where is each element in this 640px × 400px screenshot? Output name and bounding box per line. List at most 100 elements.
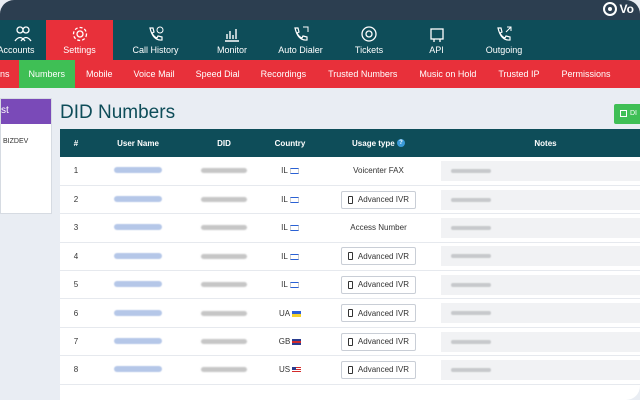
- table-row[interactable]: 5 IL Advanced IVR: [60, 271, 640, 299]
- col-header-country[interactable]: Country: [264, 129, 316, 157]
- usage-button[interactable]: Advanced IVR: [340, 190, 417, 209]
- notes-text: [451, 225, 491, 230]
- did-cell: [184, 327, 264, 355]
- did-value: [201, 367, 247, 373]
- table-row[interactable]: 7 GB Advanced IVR: [60, 327, 640, 356]
- subnav-item-music-on-hold[interactable]: Music on Hold: [407, 60, 486, 88]
- row-number: 1: [73, 166, 79, 176]
- notes-cell: [441, 299, 640, 327]
- usage-button[interactable]: Advanced IVR: [340, 247, 417, 266]
- side-panel-item[interactable]: BIZDEV: [1, 124, 51, 145]
- user-name-link[interactable]: [114, 167, 162, 174]
- usage-label: Advanced IVR: [357, 308, 410, 318]
- nav-item-outgoing[interactable]: Outgoing: [470, 20, 538, 60]
- notes-text: [451, 339, 491, 344]
- country-cell: IL: [264, 157, 316, 185]
- table-row[interactable]: 6 UA Advanced IVR: [60, 299, 640, 328]
- notes-field[interactable]: [441, 189, 640, 210]
- nav-label-call-history: Call History: [132, 45, 179, 55]
- subnav-item-recordings[interactable]: Recordings: [251, 60, 317, 88]
- subnav-item-voice-mail[interactable]: Voice Mail: [122, 60, 185, 88]
- notes-field[interactable]: [441, 303, 640, 324]
- nav-item-accounts[interactable]: Accounts: [0, 20, 46, 60]
- nav-item-call-history[interactable]: Call History: [113, 20, 198, 60]
- lifebuoy-icon: [361, 26, 377, 42]
- notes-text: [451, 254, 491, 259]
- page-title: DID Numbers: [60, 102, 176, 123]
- subnav-item-mobile[interactable]: Mobile: [75, 60, 122, 88]
- user-name-cell: [92, 356, 184, 384]
- flag-icon: [292, 367, 302, 374]
- notes-field[interactable]: [441, 331, 640, 352]
- user-name-cell: [92, 214, 184, 242]
- notes-cell: [441, 327, 640, 355]
- table-row[interactable]: 2 IL Advanced IVR: [60, 185, 640, 214]
- table-row[interactable]: 4 IL Advanced IVR: [60, 242, 640, 271]
- notes-cell: [441, 242, 640, 270]
- usage-button[interactable]: Advanced IVR: [340, 275, 417, 294]
- user-name-link[interactable]: [114, 252, 162, 259]
- usage-text: Voicenter FAX: [353, 166, 404, 176]
- notes-field[interactable]: [441, 274, 640, 295]
- col-header-user[interactable]: User Name: [92, 129, 184, 157]
- phone-icon: [347, 365, 353, 374]
- col-header-notes[interactable]: Notes: [441, 129, 640, 157]
- notes-field[interactable]: [441, 217, 640, 238]
- did-value: [201, 282, 247, 288]
- top-bar: Vo: [0, 0, 640, 20]
- add-did-button[interactable]: DI: [614, 104, 640, 124]
- row-number: 7: [73, 337, 79, 347]
- subnav-item-numbers[interactable]: Numbers: [18, 60, 76, 88]
- row-number: 5: [73, 280, 79, 290]
- notes-field[interactable]: [441, 160, 640, 181]
- col-header-usage[interactable]: Usage type ?: [316, 129, 441, 157]
- outgoing-call-icon: [497, 26, 512, 41]
- notes-field[interactable]: [441, 246, 640, 267]
- side-panel: st BIZDEV: [0, 98, 52, 214]
- table-row[interactable]: 3 IL Access Number: [60, 214, 640, 243]
- notes-cell: [441, 214, 640, 242]
- did-value: [201, 197, 247, 203]
- user-name-cell: [92, 299, 184, 327]
- country-cell: GB: [264, 327, 316, 355]
- user-name-link[interactable]: [114, 309, 162, 316]
- usage-label: Advanced IVR: [357, 365, 410, 375]
- did-table: # User Name DID Country Usage type ? Not…: [60, 129, 640, 385]
- nav-item-api[interactable]: API: [403, 20, 470, 60]
- side-panel-header: st: [1, 99, 51, 124]
- subnav-item-trusted-numbers[interactable]: Trusted Numbers: [316, 60, 407, 88]
- table-header-row: # User Name DID Country Usage type ? Not…: [60, 129, 640, 157]
- nav-item-monitor[interactable]: Monitor: [198, 20, 266, 60]
- subnav-item-trusted-ip[interactable]: Trusted IP: [486, 60, 549, 88]
- table-row[interactable]: 1 IL Voicenter FAX: [60, 157, 640, 186]
- flag-icon: [292, 338, 302, 345]
- help-icon[interactable]: ?: [396, 139, 405, 148]
- user-name-link[interactable]: [114, 338, 162, 345]
- user-name-link[interactable]: [114, 281, 162, 288]
- did-value: [201, 168, 247, 174]
- flag-icon: [289, 196, 299, 203]
- nav-item-tickets[interactable]: Tickets: [335, 20, 403, 60]
- user-name-link[interactable]: [114, 366, 162, 373]
- notes-text: [451, 367, 491, 372]
- usage-button[interactable]: Advanced IVR: [340, 304, 417, 323]
- nav-label-tickets: Tickets: [354, 45, 384, 55]
- table-row[interactable]: 8 US Advanced IVR: [60, 356, 640, 385]
- usage-button[interactable]: Advanced IVR: [340, 332, 417, 351]
- country-cell: IL: [264, 185, 316, 213]
- usage-button[interactable]: Advanced IVR: [340, 360, 417, 379]
- usage-cell: Advanced IVR: [316, 299, 441, 327]
- notes-field[interactable]: [441, 359, 640, 380]
- subnav-item-speed-dial[interactable]: Speed Dial: [185, 60, 251, 88]
- subnav-item-permissions[interactable]: Permissions: [550, 60, 621, 88]
- user-name-link[interactable]: [114, 196, 162, 203]
- nav-item-auto-dialer[interactable]: Auto Dialer: [266, 20, 335, 60]
- usage-cell: Advanced IVR: [316, 356, 441, 384]
- did-cell: [184, 214, 264, 242]
- nav-label-accounts: Accounts: [0, 45, 35, 55]
- nav-item-settings[interactable]: Settings: [46, 20, 113, 60]
- subnav-item-ns[interactable]: ns: [0, 60, 19, 88]
- user-name-link[interactable]: [114, 224, 162, 231]
- flag-icon: [289, 282, 299, 289]
- col-header-did[interactable]: DID: [184, 129, 264, 157]
